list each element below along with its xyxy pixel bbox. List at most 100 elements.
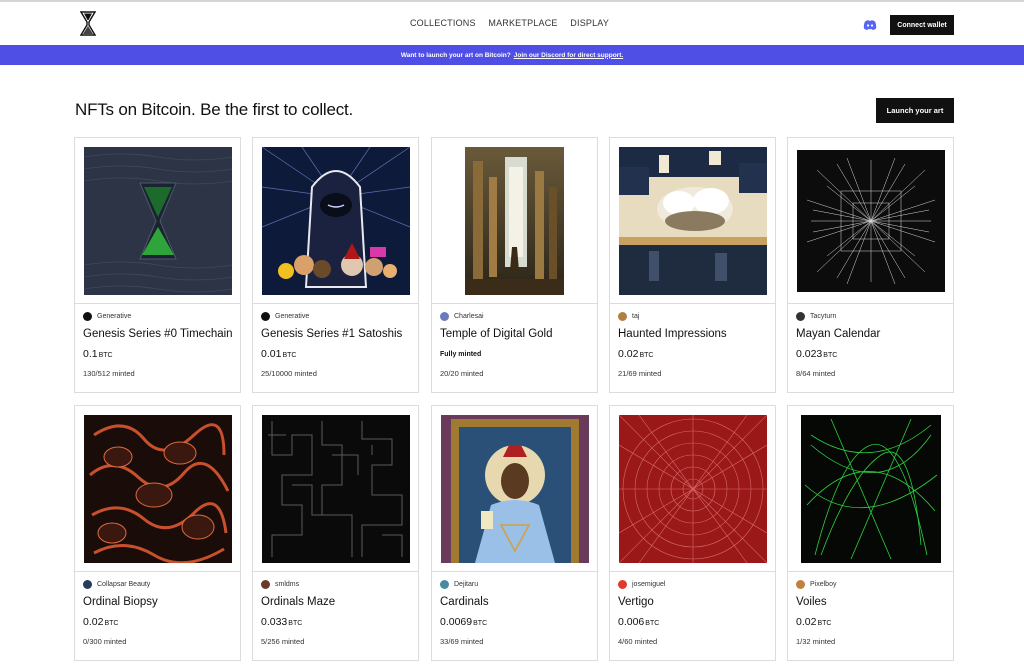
creator-name: Collapsar Beauty: [97, 581, 151, 588]
creator-avatar: [83, 580, 92, 589]
collection-price: 0.023BTC: [796, 348, 837, 360]
price-unit: BTC: [473, 620, 488, 627]
price-unit: BTC: [282, 352, 297, 359]
collection-title: Voiles: [796, 596, 827, 608]
minted-count: 8/64 minted: [796, 369, 836, 378]
collection-image: [75, 406, 240, 572]
creator-avatar: [261, 580, 270, 589]
creator-label: taj: [618, 312, 639, 321]
creator-name: Tacyturn: [810, 313, 837, 320]
creator-name: smldms: [275, 581, 300, 588]
price-value: 0.023: [796, 348, 823, 360]
collection-image: [253, 406, 418, 572]
minted-count: 4/60 minted: [618, 637, 658, 646]
collection-image: [432, 138, 597, 304]
price-unit: BTC: [98, 352, 113, 359]
creator-label: smldms: [261, 580, 299, 589]
collection-card[interactable]: Dejitaru Cardinals 0.0069BTC 33/69 minte…: [431, 405, 598, 661]
page-title: NFTs on Bitcoin. Be the first to collect…: [75, 100, 354, 119]
collection-card[interactable]: Generative Genesis Series #0 Timechain 0…: [74, 137, 241, 393]
collection-card[interactable]: Tacyturn Mayan Calendar 0.023BTC 8/64 mi…: [787, 137, 954, 393]
creator-label: Tacyturn: [796, 312, 836, 321]
price-unit: BTC: [104, 620, 119, 627]
price-unit: BTC: [823, 352, 838, 359]
collection-title: Cardinals: [440, 596, 489, 608]
collection-title: Haunted Impressions: [618, 328, 727, 340]
creator-avatar: [618, 580, 627, 589]
creator-name: Generative: [275, 313, 310, 320]
nav-collections-link[interactable]: COLLECTIONS: [410, 18, 476, 28]
creator-avatar: [796, 580, 805, 589]
minted-count: 0/300 minted: [83, 637, 127, 646]
minted-count: 20/20 minted: [440, 369, 484, 378]
price-value: 0.02: [796, 616, 817, 628]
price-value: 0.006: [618, 616, 645, 628]
collection-image: [610, 406, 775, 572]
creator-label: Generative: [261, 312, 309, 321]
price-unit: BTC: [645, 620, 660, 627]
price-value: 0.033: [261, 616, 288, 628]
price-value: 0.01: [261, 348, 282, 360]
collection-title: Genesis Series #1 Satoshis: [261, 328, 403, 340]
collection-card[interactable]: Generative Genesis Series #1 Satoshis 0.…: [252, 137, 419, 393]
minted-count: 21/69 minted: [618, 369, 662, 378]
collection-image: [788, 138, 953, 304]
collection-card[interactable]: smldms Ordinals Maze 0.033BTC 5/256 mint…: [252, 405, 419, 661]
creator-label: Dejitaru: [440, 580, 478, 589]
price-unit: BTC: [639, 352, 654, 359]
collection-image: [75, 138, 240, 304]
connect-wallet-button[interactable]: Connect wallet: [890, 15, 954, 35]
collection-price: 0.02BTC: [618, 348, 653, 360]
creator-avatar: [440, 580, 449, 589]
minted-count: 5/256 minted: [261, 637, 305, 646]
collection-card[interactable]: taj Haunted Impressions 0.02BTC 21/69 mi…: [609, 137, 776, 393]
collection-card[interactable]: josemiguel Vertigo 0.006BTC 4/60 minted: [609, 405, 776, 661]
collection-title: Vertigo: [618, 596, 654, 608]
collection-card[interactable]: Charlesai Temple of Digital Gold Fully m…: [431, 137, 598, 393]
collection-price: 0.02BTC: [83, 616, 118, 628]
creator-label: josemiguel: [618, 580, 665, 589]
creator-avatar: [83, 312, 92, 321]
collection-price: 0.033BTC: [261, 616, 302, 628]
price-unit: BTC: [817, 620, 832, 627]
creator-name: Generative: [97, 313, 132, 320]
collection-image: [432, 406, 597, 572]
fully-minted-label: Fully minted: [440, 351, 482, 358]
creator-name: Charlesai: [454, 313, 484, 320]
creator-label: Pixelboy: [796, 580, 836, 589]
collection-price: 0.1BTC: [83, 348, 113, 360]
discord-icon[interactable]: [863, 18, 877, 30]
creator-label: Generative: [83, 312, 131, 321]
creator-avatar: [261, 312, 270, 321]
creator-avatar: [796, 312, 805, 321]
minted-count: 25/10000 minted: [261, 369, 317, 378]
collection-card[interactable]: Collapsar Beauty Ordinal Biopsy 0.02BTC …: [74, 405, 241, 661]
creator-label: Charlesai: [440, 312, 484, 321]
creator-avatar: [440, 312, 449, 321]
collection-price: 0.0069BTC: [440, 616, 487, 628]
collection-image: [610, 138, 775, 304]
collection-price: 0.01BTC: [261, 348, 296, 360]
creator-name: josemiguel: [632, 581, 666, 588]
launch-your-art-button[interactable]: Launch your art: [876, 98, 954, 123]
creator-label: Collapsar Beauty: [83, 580, 150, 589]
collection-title: Genesis Series #0 Timechain: [83, 328, 233, 340]
creator-name: taj: [632, 313, 640, 320]
price-value: 0.1: [83, 348, 98, 360]
header: COLLECTIONS MARKETPLACE DISPLAY Connect …: [0, 2, 1024, 45]
collection-image: [253, 138, 418, 304]
nav-marketplace-link[interactable]: MARKETPLACE: [488, 18, 557, 28]
announcement-banner: Want to launch your art on Bitcoin? Join…: [0, 45, 1024, 65]
collection-image: [788, 406, 953, 572]
minted-count: 1/32 minted: [796, 637, 836, 646]
price-value: 0.02: [83, 616, 104, 628]
creator-avatar: [618, 312, 627, 321]
price-unit: BTC: [288, 620, 303, 627]
discord-support-link[interactable]: Join our Discord for direct support.: [514, 52, 623, 59]
minted-count: 130/512 minted: [83, 369, 135, 378]
collection-title: Temple of Digital Gold: [440, 328, 553, 340]
collection-title: Mayan Calendar: [796, 328, 881, 340]
nav-display-link[interactable]: DISPLAY: [570, 18, 609, 28]
collection-card[interactable]: Pixelboy Voiles 0.02BTC 1/32 minted: [787, 405, 954, 661]
banner-text: Want to launch your art on Bitcoin?: [400, 51, 511, 59]
